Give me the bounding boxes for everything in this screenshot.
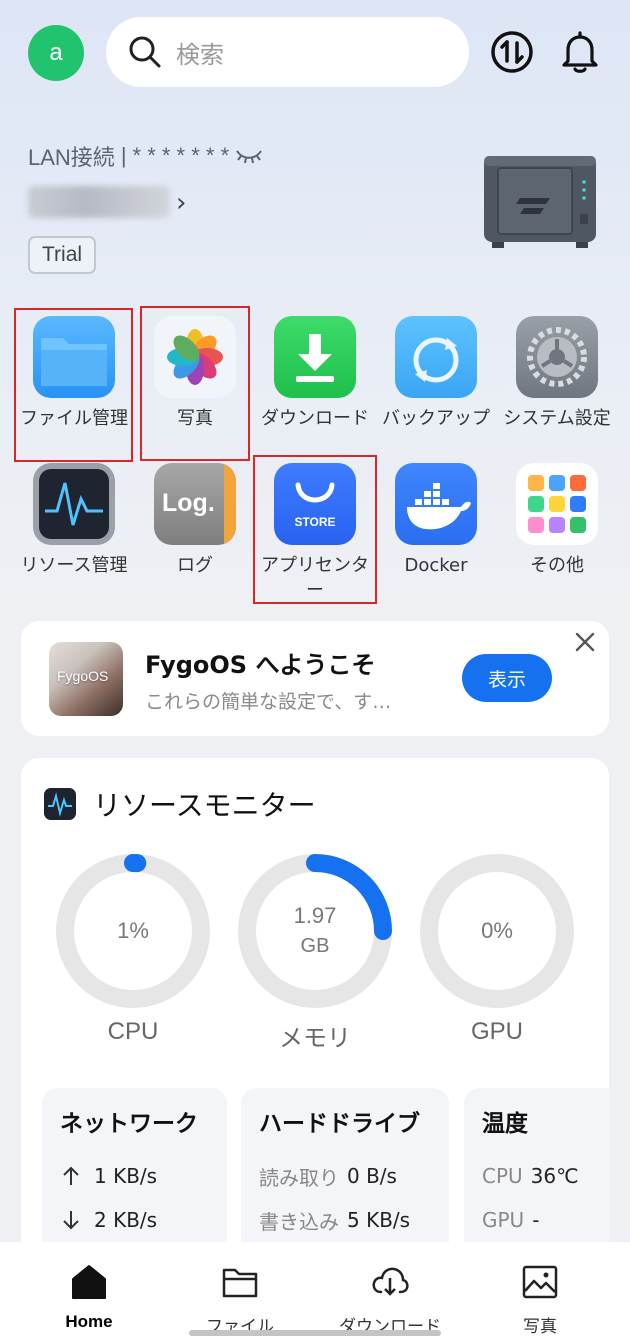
avatar-letter: a (49, 39, 63, 66)
show-button[interactable]: 表示 (462, 654, 552, 702)
image-icon (522, 1265, 558, 1299)
app-label: ダウンロード (261, 408, 369, 429)
transfer-icon[interactable] (488, 28, 536, 76)
app-label: Docker (404, 555, 468, 576)
memory-unit: GB (300, 935, 330, 957)
app-system-settings[interactable]: システム設定 (497, 316, 617, 431)
network-title: ネットワーク (60, 1111, 198, 1137)
more-apps-icon (516, 463, 598, 545)
app-label: その他 (530, 555, 584, 576)
activity-monitor-icon (44, 788, 76, 820)
temp-cpu-row: CPU 36℃ (482, 1154, 606, 1198)
docker-icon (395, 463, 477, 545)
welcome-card[interactable]: FygoOS FygoOS へようこそ これらの簡単な設定で、す… 表示 (21, 621, 609, 736)
network-upload: 1 KB/s (94, 1164, 158, 1188)
search-bar[interactable]: 検索 (106, 17, 469, 87)
arrow-down-icon (63, 1211, 79, 1230)
bell-icon[interactable] (556, 28, 604, 76)
app-label: バックアップ (382, 408, 490, 429)
resource-monitor-card[interactable]: リソースモニター 1% CPU 1.97 GB メモリ 0% GPU ネットワー… (21, 758, 609, 1278)
cpu-label: CPU (107, 1018, 159, 1045)
nav-download[interactable]: ダウンロード (330, 1262, 450, 1337)
memory-value: 1.97 (293, 903, 337, 928)
temp-cpu-label: CPU (482, 1164, 523, 1188)
nav-photos[interactable]: 写真 (480, 1262, 600, 1337)
separator: | (120, 143, 127, 168)
network-upload-row: 1 KB/s (60, 1154, 209, 1198)
disk-write-value: 5 KB/s (347, 1208, 411, 1232)
network-download: 2 KB/s (94, 1208, 158, 1232)
app-more[interactable]: その他 (497, 463, 617, 578)
nav-home[interactable]: Home (29, 1262, 149, 1332)
cpu-value: 1% (117, 918, 149, 943)
bottom-nav: Home ファイル ダウンロード 写真 (0, 1242, 630, 1340)
home-icon (72, 1265, 106, 1299)
gpu-gauge-value: 0% (418, 852, 576, 1010)
log-icon-text: Log. (162, 489, 215, 517)
gear-icon (516, 316, 598, 398)
arrow-up-icon (63, 1166, 79, 1185)
cloud-download-icon (372, 1267, 409, 1296)
temp-gpu-row: GPU - (482, 1198, 606, 1242)
highlight-box-photos (140, 306, 250, 461)
memory-label: メモリ (279, 1025, 351, 1052)
temp-gpu-label: GPU (482, 1208, 525, 1232)
app-label: リソース管理 (20, 555, 128, 576)
eye-closed-icon[interactable] (235, 147, 263, 165)
app-log[interactable]: Log. ログ (135, 463, 255, 578)
avatar[interactable]: a (28, 25, 84, 81)
nav-photos-label: 写真 (523, 1317, 557, 1337)
nav-home-label: Home (65, 1312, 113, 1331)
home-indicator[interactable] (189, 1330, 441, 1336)
thumbnail-text: FygoOS (57, 668, 109, 684)
device-name-blurred[interactable] (28, 186, 170, 218)
app-resource-manager[interactable]: リソース管理 (14, 463, 134, 578)
disk-read-value: 0 B/s (347, 1164, 397, 1188)
app-backup[interactable]: バックアップ (376, 316, 496, 431)
cpu-gauge-value: 1% (54, 852, 212, 1010)
log-icon: Log. (154, 463, 236, 545)
fygoos-thumbnail: FygoOS (49, 642, 123, 716)
network-download-row: 2 KB/s (60, 1198, 209, 1242)
disk-read-label: 読み取り (259, 1165, 339, 1190)
temp-gpu-value: - (532, 1208, 540, 1232)
hard-drive-title: ハードドライブ (259, 1111, 420, 1137)
temperature-title: 温度 (482, 1111, 528, 1137)
folder-icon (222, 1268, 258, 1298)
nas-device-image (484, 156, 596, 248)
search-icon (129, 36, 161, 68)
disk-write-row: 書き込み 5 KB/s (259, 1198, 431, 1242)
connection-type: LAN接続 (28, 145, 115, 170)
search-placeholder: 検索 (176, 40, 224, 69)
gpu-label: GPU (470, 1018, 523, 1045)
download-icon (274, 316, 356, 398)
close-icon[interactable] (574, 631, 596, 653)
highlight-box-file-manager (14, 308, 133, 462)
backup-icon (395, 316, 477, 398)
gpu-value: 0% (481, 918, 513, 943)
monitor-title: リソースモニター (93, 789, 316, 822)
app-label: システム設定 (503, 408, 611, 429)
app-docker[interactable]: Docker (376, 463, 496, 578)
activity-monitor-icon (33, 463, 115, 545)
welcome-title: FygoOS へようこそ (145, 651, 376, 679)
memory-gauge-value: 1.97 GB (236, 852, 394, 1010)
highlight-box-app-center (253, 455, 377, 604)
temp-cpu-value: 36℃ (530, 1164, 579, 1188)
app-label: ログ (177, 555, 213, 576)
disk-write-label: 書き込み (259, 1209, 339, 1234)
trial-badge: Trial (28, 236, 97, 274)
chevron-right-icon[interactable]: › (176, 188, 186, 218)
welcome-subtitle: これらの簡単な設定で、す… (145, 691, 392, 713)
nav-files[interactable]: ファイル (180, 1262, 300, 1337)
masked-address: * * * * * * * (132, 143, 230, 168)
connection-info: LAN接続 | * * * * * * * (28, 140, 263, 172)
disk-read-row: 読み取り 0 B/s (259, 1154, 431, 1198)
app-download[interactable]: ダウンロード (255, 316, 375, 431)
